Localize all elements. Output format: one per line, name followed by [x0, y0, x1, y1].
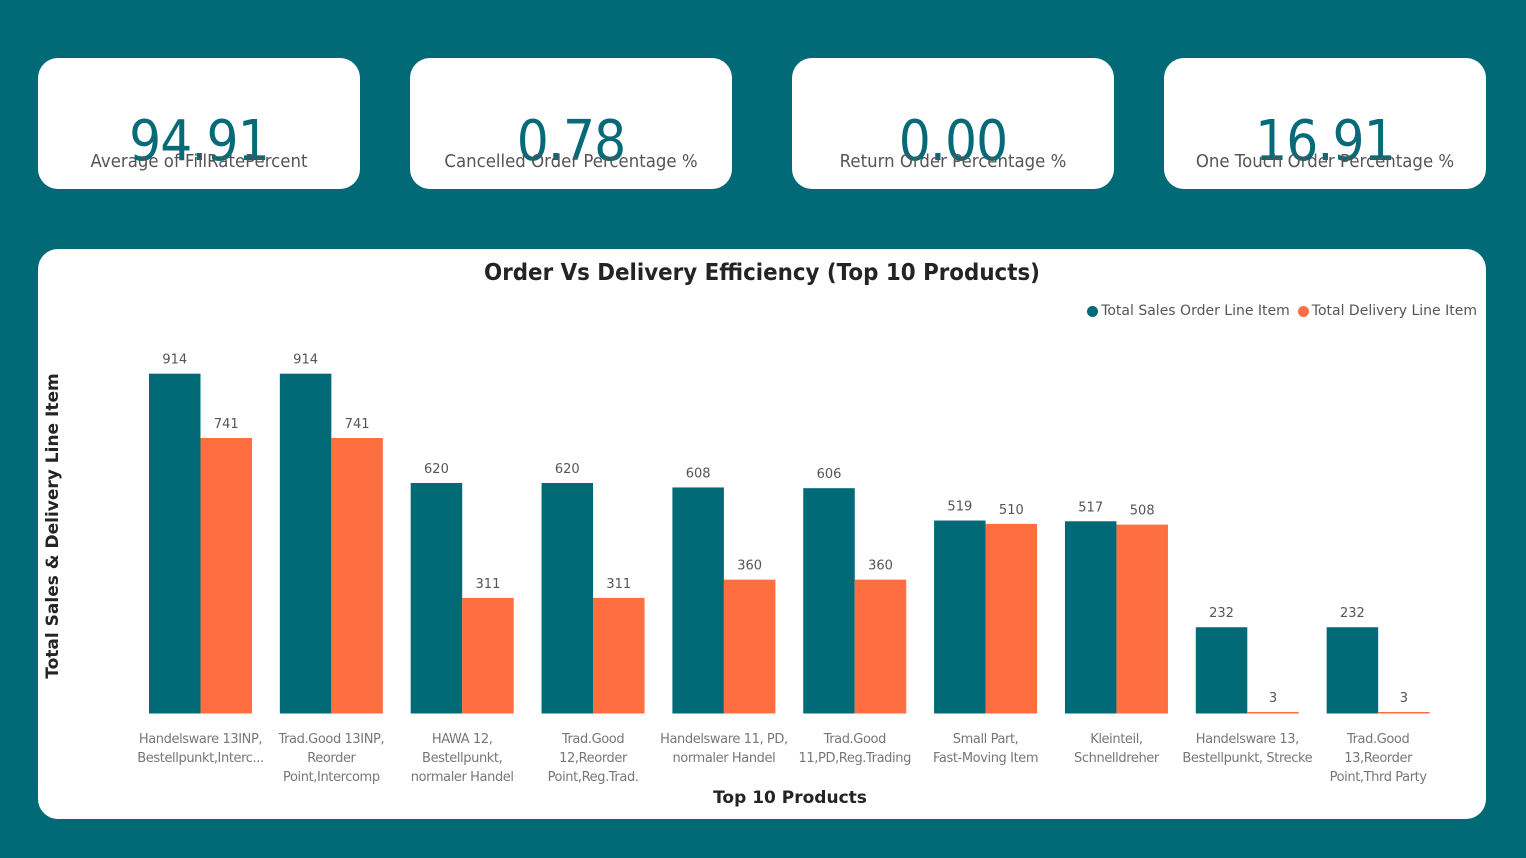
bar-sales-order[interactable] — [541, 482, 594, 714]
bar-delivery[interactable] — [331, 437, 383, 714]
bar-sales-order[interactable] — [1064, 521, 1117, 714]
data-label: 508 — [1130, 504, 1155, 519]
data-label: 620 — [424, 462, 449, 477]
data-label: 741 — [214, 417, 239, 432]
x-tick-label: 11,PD,Reg.Trading — [799, 751, 912, 766]
x-tick-label: HAWA 12, — [432, 732, 493, 747]
data-label: 232 — [1340, 606, 1365, 621]
x-tick-label: 12,Reorder — [559, 751, 628, 766]
data-label: 311 — [606, 577, 631, 592]
data-label: 311 — [476, 577, 501, 592]
x-tick-label: Point,Reg.Trad. — [548, 770, 639, 785]
data-label: 608 — [686, 466, 711, 481]
x-tick-label: Bestellpunkt,Interc... — [137, 751, 263, 766]
x-tick-label: Small Part, — [953, 732, 1019, 747]
bar-sales-order[interactable] — [1326, 627, 1379, 714]
bar-delivery[interactable] — [200, 437, 253, 714]
data-label: 360 — [868, 559, 893, 574]
bar-delivery[interactable] — [593, 597, 645, 714]
bar-delivery[interactable] — [723, 579, 776, 714]
x-tick-label: Trad.Good — [823, 732, 887, 747]
bar-sales-order[interactable] — [803, 488, 855, 714]
bar-delivery[interactable] — [985, 523, 1038, 714]
x-tick-label: Handelsware 13INP, — [139, 732, 262, 747]
x-tick-label: Trad.Good — [1346, 732, 1410, 747]
bar-delivery[interactable] — [1378, 712, 1430, 714]
bar-sales-order[interactable] — [149, 373, 201, 714]
x-tick-label: Kleinteil, — [1090, 732, 1142, 747]
x-tick-label: Schnelldreher — [1074, 751, 1160, 766]
x-tick-label: Trad.Good — [561, 732, 625, 747]
data-label: 606 — [817, 467, 842, 482]
bar-delivery[interactable] — [1247, 712, 1299, 714]
data-label: 3 — [1400, 691, 1408, 706]
x-tick-label: Trad.Good 13INP, — [277, 732, 384, 747]
x-tick-label: 13,Reorder — [1344, 751, 1413, 766]
bar-delivery[interactable] — [462, 597, 514, 714]
data-label: 510 — [999, 503, 1024, 518]
bar-sales-order[interactable] — [279, 373, 332, 714]
bar-delivery[interactable] — [854, 579, 907, 714]
data-label: 620 — [555, 462, 580, 477]
data-label: 519 — [947, 500, 972, 515]
bar-chart: 914 741 Handelsware 13INP, Bestellpunkt,Int… — [137, 353, 1430, 785]
x-tick-label: normaler Handel — [672, 751, 775, 766]
x-tick-label: Handelsware 13, — [1196, 732, 1299, 747]
data-label: 914 — [293, 353, 318, 368]
x-tick-label: Reorder — [307, 751, 356, 766]
bar-sales-order[interactable] — [410, 482, 463, 714]
x-tick-label: Bestellpunkt, — [422, 751, 502, 766]
data-label: 3 — [1269, 691, 1277, 706]
x-tick-label: Point,Thrd Party — [1330, 770, 1428, 785]
data-label: 517 — [1078, 500, 1103, 515]
bar-sales-order[interactable] — [1195, 627, 1248, 714]
x-tick-label: Fast-Moving Item — [933, 751, 1038, 766]
x-tick-label: normaler Handel — [411, 770, 514, 785]
x-tick-label: Handelsware 11, PD, — [660, 732, 788, 747]
data-label: 232 — [1209, 606, 1234, 621]
data-label: 741 — [345, 417, 370, 432]
bar-sales-order[interactable] — [934, 520, 986, 714]
bar-delivery[interactable] — [1116, 524, 1168, 714]
data-label: 914 — [162, 353, 187, 368]
x-tick-label: Bestellpunkt, Strecke — [1182, 751, 1312, 766]
bar-sales-order[interactable] — [672, 487, 724, 714]
data-label: 360 — [737, 559, 762, 574]
x-tick-label: Point,Intercomp — [283, 770, 380, 785]
